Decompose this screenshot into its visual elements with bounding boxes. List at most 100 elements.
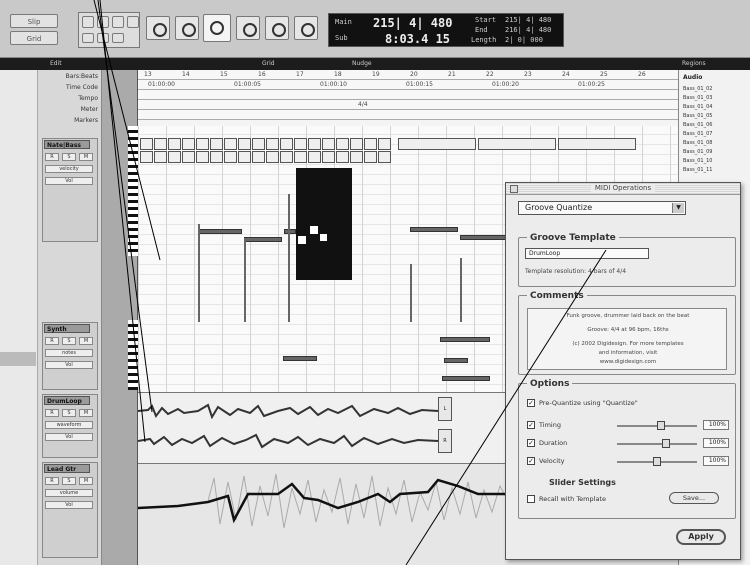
selected-note[interactable] [320, 234, 327, 241]
midi-cell[interactable] [196, 138, 209, 150]
operation-selector[interactable]: Groove Quantize ▼ [518, 201, 686, 215]
pre-quantize-checkbox[interactable]: ✓ [527, 399, 535, 407]
midi-cell[interactable] [210, 138, 223, 150]
track-name[interactable]: DrumLoop [44, 396, 90, 405]
selection-highlight[interactable] [296, 168, 352, 280]
midi-cell-wide[interactable] [558, 138, 636, 150]
close-box-icon[interactable] [510, 185, 518, 193]
track-name[interactable]: Lead Gtr [44, 464, 90, 473]
volume-selector[interactable]: Vol [45, 361, 93, 369]
selected-note[interactable] [298, 236, 306, 244]
midi-note[interactable] [444, 358, 468, 363]
volume-selector[interactable]: Vol [45, 177, 93, 185]
zoom-preset-1-button[interactable] [82, 33, 94, 43]
slider-thumb[interactable] [653, 457, 661, 466]
timing-checkbox[interactable]: ✓ [527, 421, 535, 429]
solo-button[interactable]: S [62, 153, 76, 161]
region-list-item[interactable]: Bass_01_06 [683, 122, 745, 130]
midi-cell[interactable] [210, 151, 223, 163]
groove-template-selector[interactable]: DrumLoop [525, 248, 649, 259]
zoom-out-button[interactable] [82, 16, 94, 28]
midi-cell[interactable] [364, 151, 377, 163]
smart-tool-icon[interactable] [203, 14, 231, 42]
velocity-stalk[interactable] [244, 238, 246, 322]
duration-slider[interactable] [617, 439, 697, 448]
midi-keyboard-synth[interactable] [128, 320, 138, 390]
mute-button[interactable]: M [79, 409, 93, 417]
track-view-selector[interactable]: velocity [45, 165, 93, 173]
solo-button[interactable]: S [62, 477, 76, 485]
selected-note[interactable] [310, 226, 318, 234]
midi-cell[interactable] [252, 151, 265, 163]
save-button[interactable]: Save... [669, 492, 719, 504]
window-title-bar[interactable]: MIDI Operations [506, 183, 740, 195]
bars-beats-ruler[interactable]: 13 14 15 16 17 18 19 20 21 22 23 24 25 26 [138, 70, 678, 80]
midi-cell[interactable] [196, 151, 209, 163]
volume-selector[interactable]: Vol [45, 501, 93, 509]
midi-cell[interactable] [266, 138, 279, 150]
zoom-preset-2-button[interactable] [97, 33, 109, 43]
duration-checkbox[interactable]: ✓ [527, 439, 535, 447]
velocity-stalk[interactable] [410, 264, 412, 322]
nudge-value-label[interactable]: Nudge [352, 60, 372, 67]
trim-tool-icon[interactable] [175, 16, 199, 40]
midi-note[interactable] [244, 237, 282, 242]
midi-note[interactable] [198, 229, 242, 234]
timing-value[interactable]: 100% [703, 420, 729, 430]
region-list-item[interactable]: Bass_01_02 [683, 86, 745, 94]
end-value[interactable]: 216| 4| 480 [505, 26, 551, 34]
region-list-item[interactable]: Bass_01_04 [683, 104, 745, 112]
slider-thumb[interactable] [656, 421, 665, 430]
region-list-item[interactable]: Bass_01_09 [683, 149, 745, 157]
velocity-slider[interactable] [617, 457, 697, 466]
slider-thumb[interactable] [661, 439, 670, 448]
midi-cell[interactable] [266, 151, 279, 163]
midi-note[interactable] [442, 376, 490, 381]
midi-note[interactable] [284, 229, 296, 234]
midi-cell[interactable] [224, 138, 237, 150]
audio-waveform-right[interactable] [138, 433, 438, 449]
audio-region-end[interactable]: R [438, 429, 452, 453]
region-list-item[interactable]: Bass_01_08 [683, 140, 745, 148]
midi-cell[interactable] [350, 151, 363, 163]
solo-button[interactable]: S [62, 409, 76, 417]
midi-cell[interactable] [378, 138, 391, 150]
timing-slider[interactable] [617, 421, 697, 430]
region-list-item[interactable]: Bass_01_07 [683, 131, 745, 139]
midi-cell[interactable] [182, 138, 195, 150]
length-value[interactable]: 2| 0| 000 [505, 36, 543, 44]
apply-button[interactable]: Apply [676, 529, 726, 545]
region-list-item[interactable]: Bass_01_05 [683, 113, 745, 121]
region-list-item[interactable]: Bass_01_11 [683, 167, 745, 175]
midi-cell[interactable] [140, 151, 153, 163]
duration-value[interactable]: 100% [703, 438, 729, 448]
zoom-in-button[interactable] [97, 16, 109, 28]
midi-cell[interactable] [280, 151, 293, 163]
record-button[interactable]: R [45, 409, 59, 417]
record-button[interactable]: R [45, 153, 59, 161]
volume-selector[interactable]: Vol [45, 433, 93, 441]
region-list-item[interactable]: Bass_01_10 [683, 158, 745, 166]
panel-scroll-indicator[interactable] [0, 352, 36, 366]
zoomer-tool-icon[interactable] [146, 16, 170, 40]
sub-counter-value[interactable]: 8:03.4 15 [385, 32, 450, 46]
meter-ruler[interactable]: 4/4 [138, 100, 678, 110]
midi-cell[interactable] [140, 138, 153, 150]
midi-cell[interactable] [238, 151, 251, 163]
slip-mode-button[interactable]: Slip [10, 14, 58, 28]
track-name[interactable]: Nate|Bass [44, 140, 90, 149]
midi-cell-wide[interactable] [478, 138, 556, 150]
midi-cell[interactable] [322, 151, 335, 163]
timecode-ruler[interactable]: 01:00:00 01:00:05 01:00:10 01:00:15 01:00:20… [138, 80, 678, 90]
audio-region-end[interactable]: L [438, 397, 452, 421]
midi-cell[interactable] [294, 151, 307, 163]
midi-cell[interactable] [168, 138, 181, 150]
velocity-stalk[interactable] [460, 258, 462, 322]
midi-cell[interactable] [308, 151, 321, 163]
midi-cell[interactable] [336, 151, 349, 163]
solo-button[interactable]: S [62, 337, 76, 345]
zoom-audio-button[interactable] [112, 16, 124, 28]
audio-waveform-left[interactable] [138, 403, 438, 419]
midi-keyboard[interactable] [128, 126, 138, 256]
velocity-stalk[interactable] [288, 194, 290, 322]
